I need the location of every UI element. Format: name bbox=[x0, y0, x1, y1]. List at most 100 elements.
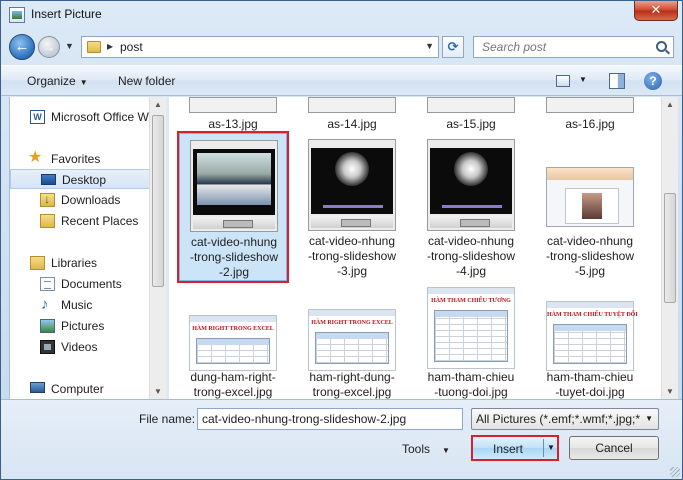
navigation-bar: ← → ▼ ▸ post ▼ ⟳ Search post bbox=[1, 31, 682, 63]
insert-options-dropdown[interactable]: ▼ bbox=[547, 443, 555, 452]
file-thumbnail bbox=[546, 97, 634, 113]
scroll-down-icon[interactable]: ▼ bbox=[666, 387, 674, 396]
sidebar-item-recent-places[interactable]: Recent Places bbox=[10, 211, 150, 231]
file-tile[interactable]: HÀM RIGHT TRONG EXCEL dung-ham-right- tr… bbox=[179, 285, 287, 399]
music-icon: ♪ bbox=[41, 296, 49, 313]
file-name: ham-tham-chieu -tuyet-doi.jpg bbox=[536, 370, 644, 399]
chevron-down-icon: ▼ bbox=[645, 414, 653, 423]
file-thumbnail bbox=[308, 97, 396, 113]
excel-grid bbox=[434, 310, 508, 362]
sidebar-item-desktop[interactable]: Desktop bbox=[10, 169, 150, 189]
title-bar: Insert Picture ✕ bbox=[1, 1, 682, 29]
ppt-ribbon bbox=[547, 168, 633, 180]
scroll-down-icon[interactable]: ▼ bbox=[154, 387, 162, 396]
file-name: as-15.jpg bbox=[446, 117, 496, 131]
scrollbar-thumb[interactable] bbox=[664, 193, 676, 303]
cancel-button[interactable]: Cancel bbox=[569, 436, 659, 460]
file-name: as-13.jpg bbox=[208, 117, 258, 131]
file-name-line: -4.jpg bbox=[455, 264, 487, 278]
file-tile[interactable]: as-15.jpg bbox=[417, 97, 525, 137]
sidebar-item-videos[interactable]: Videos bbox=[10, 337, 150, 357]
sidebar-item-pictures[interactable]: Pictures bbox=[10, 316, 150, 336]
recent-locations-dropdown[interactable]: ▼ bbox=[65, 41, 74, 51]
sidebar-item-downloads[interactable]: Downloads bbox=[10, 190, 150, 210]
file-tile[interactable]: as-13.jpg bbox=[179, 97, 287, 137]
file-tile[interactable]: cat-video-nhung -trong-slideshow -4.jpg bbox=[417, 133, 525, 281]
file-thumbnail: HÀM THAM CHIẾU TƯƠNG bbox=[427, 287, 515, 369]
preview-pane-icon[interactable] bbox=[609, 73, 625, 89]
file-tile-selected[interactable]: cat-video-nhung -trong-slideshow -2.jpg bbox=[177, 131, 289, 283]
excel-sheet-title: HÀM THAM CHIẾU TUYỆT ĐỐI bbox=[547, 312, 638, 318]
dialog-footer: File name: cat-video-nhung-trong-slidesh… bbox=[1, 399, 682, 479]
file-name-line: -trong-slideshow bbox=[307, 249, 397, 263]
file-tile[interactable]: HÀM THAM CHIẾU TUYỆT ĐỐI ham-tham-chieu … bbox=[536, 285, 644, 399]
star-icon: ★ bbox=[28, 149, 43, 166]
desktop-icon bbox=[41, 174, 56, 185]
file-name: ham-right-dung- trong-excel.jpg bbox=[298, 370, 406, 399]
file-tile[interactable]: cat-video-nhung -trong-slideshow -3.jpg bbox=[298, 133, 406, 281]
file-thumbnail bbox=[546, 167, 634, 227]
file-list-scrollbar[interactable]: ▲ ▼ bbox=[661, 97, 678, 399]
new-folder-button[interactable]: New folder bbox=[118, 74, 175, 88]
refresh-button[interactable]: ⟳ bbox=[442, 36, 464, 58]
file-name-line: trong-excel.jpg bbox=[193, 385, 273, 399]
help-icon[interactable]: ? bbox=[644, 72, 662, 90]
file-name-line: -trong-slideshow bbox=[426, 249, 516, 263]
excel-grid bbox=[553, 324, 627, 364]
file-name-line: -tuong-doi.jpg bbox=[434, 385, 508, 399]
video-frame bbox=[430, 148, 512, 214]
breadcrumb-post[interactable]: post bbox=[120, 40, 143, 54]
navigation-pane-scrollbar[interactable]: ▲ ▼ bbox=[149, 97, 166, 399]
library-icon bbox=[30, 256, 45, 270]
file-tile[interactable]: cat-video-nhung -trong-slideshow -5.jpg bbox=[536, 133, 644, 281]
excel-sheet-title: HÀM THAM CHIẾU TƯƠNG bbox=[431, 298, 511, 304]
file-name-input[interactable]: cat-video-nhung-trong-slideshow-2.jpg bbox=[197, 408, 463, 430]
insert-button[interactable]: Insert ▼ bbox=[471, 435, 559, 461]
file-name: ham-tham-chieu -tuong-doi.jpg bbox=[417, 370, 525, 399]
file-tile[interactable]: HÀM RIGHT TRONG EXCEL ham-right-dung- tr… bbox=[298, 285, 406, 399]
file-tile[interactable]: as-14.jpg bbox=[298, 97, 406, 137]
organize-label: Organize bbox=[27, 74, 76, 88]
sidebar-item-computer[interactable]: Computer bbox=[10, 379, 150, 399]
search-input[interactable]: Search post bbox=[473, 36, 674, 58]
search-icon[interactable] bbox=[656, 41, 667, 52]
forward-button[interactable]: → bbox=[38, 36, 60, 58]
excel-grid bbox=[315, 332, 389, 364]
sidebar-item-documents[interactable]: Documents bbox=[10, 274, 150, 294]
sidebar-item-favorites[interactable]: ★ Favorites bbox=[10, 149, 150, 169]
back-button[interactable]: ← bbox=[9, 34, 35, 60]
sidebar-item-music[interactable]: ♪ Music bbox=[10, 295, 150, 315]
tools-button[interactable]: Tools ▼ bbox=[402, 442, 450, 456]
organize-button[interactable]: Organize ▼ bbox=[27, 74, 88, 88]
folder-icon bbox=[87, 41, 101, 53]
excel-sheet-title: HÀM RIGHT TRONG EXCEL bbox=[192, 326, 274, 332]
navigation-pane: W Microsoft Office W ★ Favorites Desktop… bbox=[9, 97, 165, 399]
file-name: cat-video-nhung -trong-slideshow -4.jpg bbox=[417, 234, 525, 279]
address-bar[interactable]: ▸ post ▼ bbox=[81, 36, 439, 58]
file-name: dung-ham-right- trong-excel.jpg bbox=[179, 370, 287, 399]
file-type-select[interactable]: All Pictures (*.emf;*.wmf;*.jpg;* ▼ bbox=[471, 408, 659, 430]
resize-grip-icon[interactable] bbox=[670, 467, 680, 477]
view-options-dropdown[interactable]: ▼ bbox=[579, 75, 587, 84]
sidebar-item-label: Music bbox=[61, 298, 93, 312]
change-view-icon[interactable] bbox=[556, 75, 570, 87]
sidebar-item-microsoft-office[interactable]: W Microsoft Office W bbox=[10, 107, 150, 127]
window-title: Insert Picture bbox=[31, 7, 102, 21]
chevron-down-icon: ▼ bbox=[79, 78, 88, 87]
thumbnail-scene bbox=[197, 153, 271, 205]
close-button[interactable]: ✕ bbox=[634, 1, 678, 21]
breadcrumb-separator-icon[interactable]: ▸ bbox=[107, 39, 113, 53]
file-name-line: cat-video-nhung bbox=[427, 234, 515, 248]
scrollbar-thumb[interactable] bbox=[152, 115, 164, 287]
file-thumbnail bbox=[427, 139, 515, 231]
file-list: as-13.jpg as-14.jpg as-15.jpg as-16.jpg … bbox=[169, 97, 661, 399]
file-thumbnail bbox=[427, 97, 515, 113]
file-name-line: ham-right-dung- bbox=[309, 370, 395, 384]
sidebar-item-libraries[interactable]: Libraries bbox=[10, 253, 150, 273]
scroll-up-icon[interactable]: ▲ bbox=[154, 100, 162, 109]
file-name-line: cat-video-nhung bbox=[190, 235, 278, 249]
file-tile[interactable]: as-16.jpg bbox=[536, 97, 644, 137]
address-dropdown-icon[interactable]: ▼ bbox=[425, 41, 434, 51]
file-tile[interactable]: HÀM THAM CHIẾU TƯƠNG ham-tham-chieu -tuo… bbox=[417, 285, 525, 399]
scroll-up-icon[interactable]: ▲ bbox=[666, 100, 674, 109]
